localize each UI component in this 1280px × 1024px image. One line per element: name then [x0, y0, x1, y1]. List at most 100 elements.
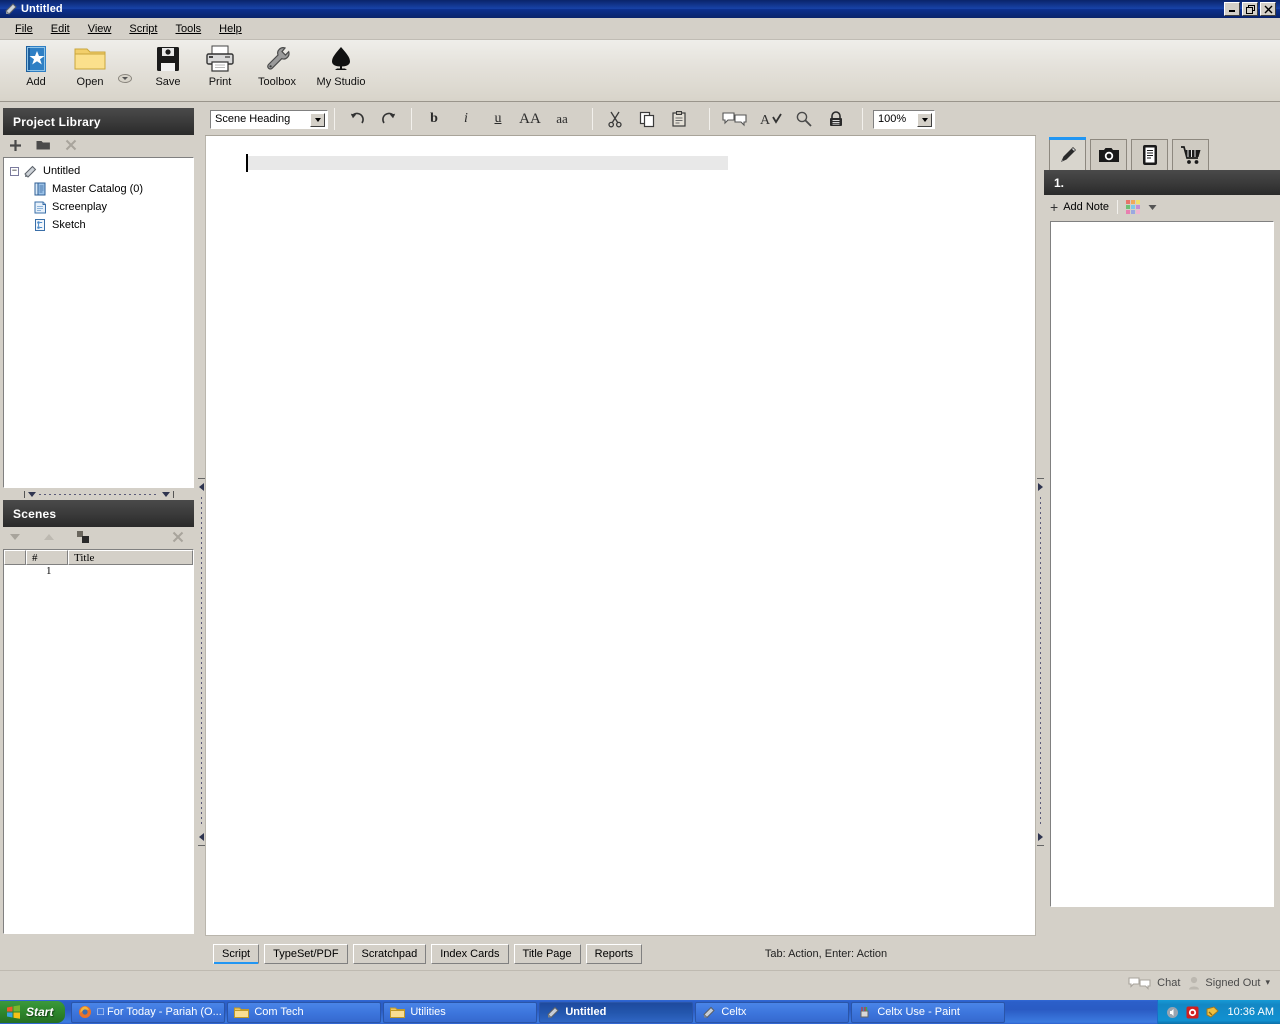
scenes-col-number[interactable]: # [26, 550, 68, 565]
find-button[interactable] [788, 107, 820, 131]
italic-button[interactable]: i [450, 107, 482, 131]
scenes-table[interactable]: # Title 1 [3, 549, 194, 934]
lock-button[interactable] [820, 107, 852, 131]
tab-title-page[interactable]: Title Page [513, 944, 581, 964]
paste-button[interactable] [663, 107, 695, 131]
tree-item-sketch[interactable]: Sketch [6, 216, 191, 234]
taskbar-item-celtx[interactable]: Celtx [695, 1001, 850, 1023]
catalog-tab[interactable] [1172, 139, 1209, 170]
antivirus-icon[interactable] [1186, 1005, 1200, 1019]
account-chevron-down-icon[interactable]: ▾ [1265, 977, 1270, 988]
notes-tab[interactable] [1049, 137, 1086, 170]
add-button[interactable]: Add [10, 40, 62, 98]
splitter-expand-left-icon[interactable] [198, 833, 204, 841]
comments-button[interactable] [716, 107, 754, 131]
tree-item-untitled[interactable]: − Untitled [6, 162, 191, 180]
table-row[interactable]: 1 [4, 565, 193, 583]
tab-typeset-pdf[interactable]: TypeSet/PDF [264, 944, 348, 964]
volume-icon[interactable] [1166, 1005, 1180, 1019]
taskbar-item-untitled[interactable]: Untitled [539, 1001, 694, 1023]
toolbox-button[interactable]: Toolbox [246, 40, 308, 98]
account-status-button[interactable]: Signed Out ▾ [1188, 976, 1270, 990]
note-color-chevron-down-icon[interactable] [1148, 204, 1157, 211]
scene-heading-line[interactable] [246, 156, 728, 170]
script-notes-tab[interactable] [1131, 139, 1168, 170]
save-button[interactable]: Save [142, 40, 194, 98]
expander-icon[interactable]: − [10, 166, 19, 176]
restore-button[interactable] [1242, 2, 1258, 16]
open-button[interactable]: Open [62, 40, 118, 98]
windows-logo-icon [6, 1005, 21, 1019]
minimize-button[interactable] [1224, 2, 1240, 16]
close-button[interactable] [1260, 2, 1276, 16]
splitter-collapse-down-icon[interactable] [161, 491, 170, 497]
media-tab[interactable] [1090, 139, 1127, 170]
add-item-button[interactable] [8, 138, 22, 152]
copy-button[interactable] [631, 107, 663, 131]
menu-file[interactable]: File [6, 20, 42, 38]
note-panel-header: 1. [1044, 170, 1280, 195]
tab-scratchpad[interactable]: Scratchpad [352, 944, 427, 964]
celtx-icon [4, 2, 18, 16]
chat-button[interactable]: Chat [1128, 976, 1180, 990]
scene-options-button[interactable] [76, 530, 90, 544]
project-library-header: Project Library [3, 108, 194, 135]
splitter-expand-right-icon[interactable] [1037, 833, 1043, 841]
taskbar-item-paint[interactable]: Celtx Use - Paint [851, 1001, 1006, 1023]
tab-script[interactable]: Script [213, 944, 260, 964]
script-page[interactable] [206, 136, 1035, 935]
menu-edit[interactable]: Edit [42, 20, 79, 38]
tree-item-master-catalog[interactable]: Master Catalog (0) [6, 180, 191, 198]
close-scenes-button[interactable] [171, 530, 185, 544]
zoom-chevron-down-icon[interactable] [917, 112, 932, 127]
tree-item-screenplay[interactable]: Screenplay [6, 198, 191, 216]
redo-button[interactable] [373, 107, 405, 131]
script-editor[interactable] [205, 136, 1036, 936]
menu-script[interactable]: Script [120, 20, 166, 38]
taskbar-clock[interactable]: 10:36 AM [1228, 1006, 1274, 1018]
menu-view[interactable]: View [79, 20, 121, 38]
spellcheck-button[interactable]: A [754, 107, 788, 131]
update-icon[interactable] [1206, 1005, 1220, 1019]
windows-taskbar: Start □ For Today - Pariah (O... Com Tec… [0, 1000, 1280, 1024]
move-down-button[interactable] [8, 530, 22, 544]
underline-button[interactable]: u [482, 107, 514, 131]
cut-button[interactable] [599, 107, 631, 131]
tab-index-cards[interactable]: Index Cards [431, 944, 509, 964]
taskbar-item-firefox[interactable]: □ For Today - Pariah (O... [71, 1001, 226, 1023]
zoom-select[interactable]: 100% [873, 109, 935, 129]
uppercase-button[interactable]: AA [514, 107, 546, 131]
splitter-collapse-right-icon[interactable] [1037, 483, 1043, 491]
tab-scratchpad-label: Scratchpad [361, 948, 418, 960]
scene-row-select[interactable] [4, 565, 26, 583]
my-studio-button[interactable]: My Studio [308, 40, 374, 98]
open-dropdown-arrow[interactable] [118, 74, 132, 83]
start-button[interactable]: Start [0, 1001, 66, 1023]
element-style-select[interactable]: Scene Heading [210, 109, 328, 129]
project-library-tree[interactable]: − Untitled Master Catalog (0) Screenplay… [3, 157, 194, 488]
taskbar-item-com-tech[interactable]: Com Tech [227, 1001, 382, 1023]
note-color-picker[interactable] [1126, 200, 1141, 214]
scenes-toolbar [0, 527, 197, 547]
delete-item-button[interactable] [64, 138, 78, 152]
splitter-collapse-left-icon[interactable] [198, 483, 204, 491]
note-list-area[interactable] [1050, 221, 1274, 907]
left-panel-horizontal-splitter[interactable] [3, 488, 194, 500]
chevron-down-icon[interactable] [310, 112, 325, 127]
print-button[interactable]: Print [194, 40, 246, 98]
menu-help[interactable]: Help [210, 20, 251, 38]
new-folder-button[interactable] [36, 138, 50, 152]
undo-button[interactable] [341, 107, 373, 131]
right-vertical-splitter[interactable] [1036, 103, 1044, 990]
scenes-col-title[interactable]: Title [68, 550, 193, 565]
bold-button[interactable]: b [418, 107, 450, 131]
left-vertical-splitter[interactable] [197, 103, 205, 990]
menu-file-label: File [15, 22, 33, 35]
lowercase-button[interactable]: aa [546, 107, 578, 131]
taskbar-item-utilities[interactable]: Utilities [383, 1001, 538, 1023]
move-up-button[interactable] [42, 530, 56, 544]
scenes-col-select[interactable] [4, 550, 26, 565]
menu-tools[interactable]: Tools [166, 20, 210, 38]
add-note-button[interactable]: + Add Note [1050, 200, 1109, 214]
splitter-collapse-up-icon[interactable] [27, 491, 36, 497]
